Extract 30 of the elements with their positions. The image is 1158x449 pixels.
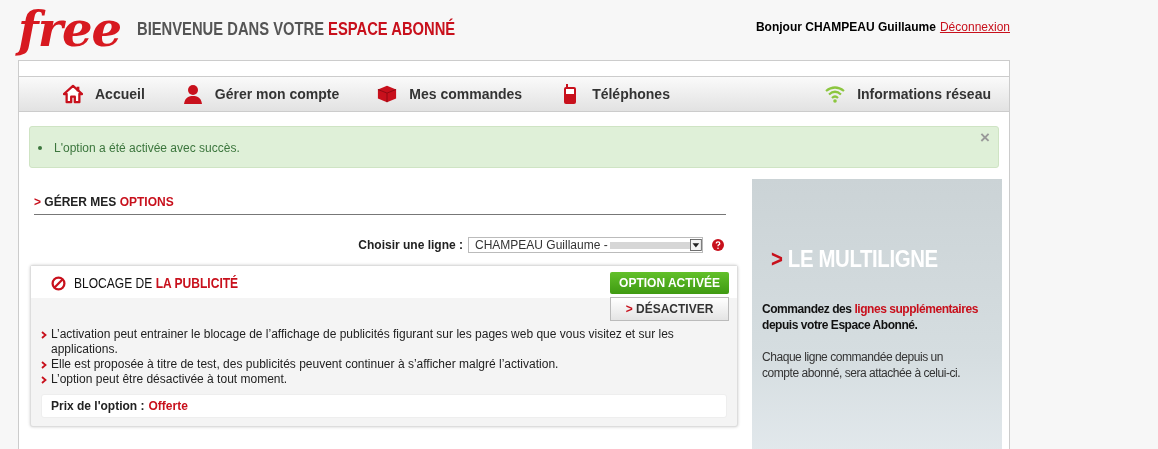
nav-item[interactable]: Gérer mon compte — [182, 84, 340, 104]
house-icon — [63, 84, 83, 104]
option-bullet: Elle est proposée à titre de test, des publicités peuvent continuer à s’afficher malgré l’activation. — [41, 357, 727, 372]
promo-lead: Commandez des lignes supplémentaires depuis votre Espace Abonné. — [762, 301, 979, 333]
chevron-icon — [41, 331, 47, 339]
deactivate-button[interactable]: > DÉSACTIVER — [610, 297, 729, 321]
person-icon — [182, 84, 203, 104]
status-badge: OPTION ACTIVÉE — [610, 272, 729, 294]
success-message: L'option a été activée avec succès. — [54, 141, 240, 155]
line-select-label: Choisir une ligne : — [358, 238, 463, 252]
greeting-text: Bonjour CHAMPEAU Guillaume — [755, 20, 936, 34]
box-icon — [377, 84, 398, 104]
option-bullet: L’activation peut entrainer le blocage de l’affichage de publicités figurant sur les pages web que vous visitez et sur les applications. — [41, 327, 727, 357]
nav-item[interactable]: Accueil — [63, 84, 145, 104]
nav-item[interactable]: Téléphones — [560, 84, 670, 104]
nav-item[interactable]: Informations réseau — [825, 84, 991, 104]
line-select[interactable]: CHAMPEAU Guillaume - — [468, 237, 703, 253]
welcome-title: BIENVENUE DANS VOTRE ESPACE ABONNÉ — [137, 18, 456, 40]
bullet-icon — [38, 146, 42, 150]
prohibited-icon — [51, 275, 66, 291]
help-icon[interactable] — [712, 239, 724, 251]
option-title: BLOCAGE DE LA PUBLICITÉ — [74, 275, 239, 291]
logout-link[interactable]: Déconnexion — [939, 20, 1010, 34]
wifi-icon — [825, 84, 846, 104]
nav-item[interactable]: Mes commandes — [377, 84, 523, 104]
price-value: Offerte — [148, 399, 188, 413]
price-label: Prix de l'option : — [51, 399, 145, 413]
option-bullet: L’option peut être désactivée à tout moment. — [41, 372, 727, 387]
section-heading: > GÉRER MES OPTIONS — [34, 195, 726, 215]
promo-body: Chaque ligne commandée depuis un compte abonné, sera attachée à celui-ci. — [762, 349, 962, 381]
